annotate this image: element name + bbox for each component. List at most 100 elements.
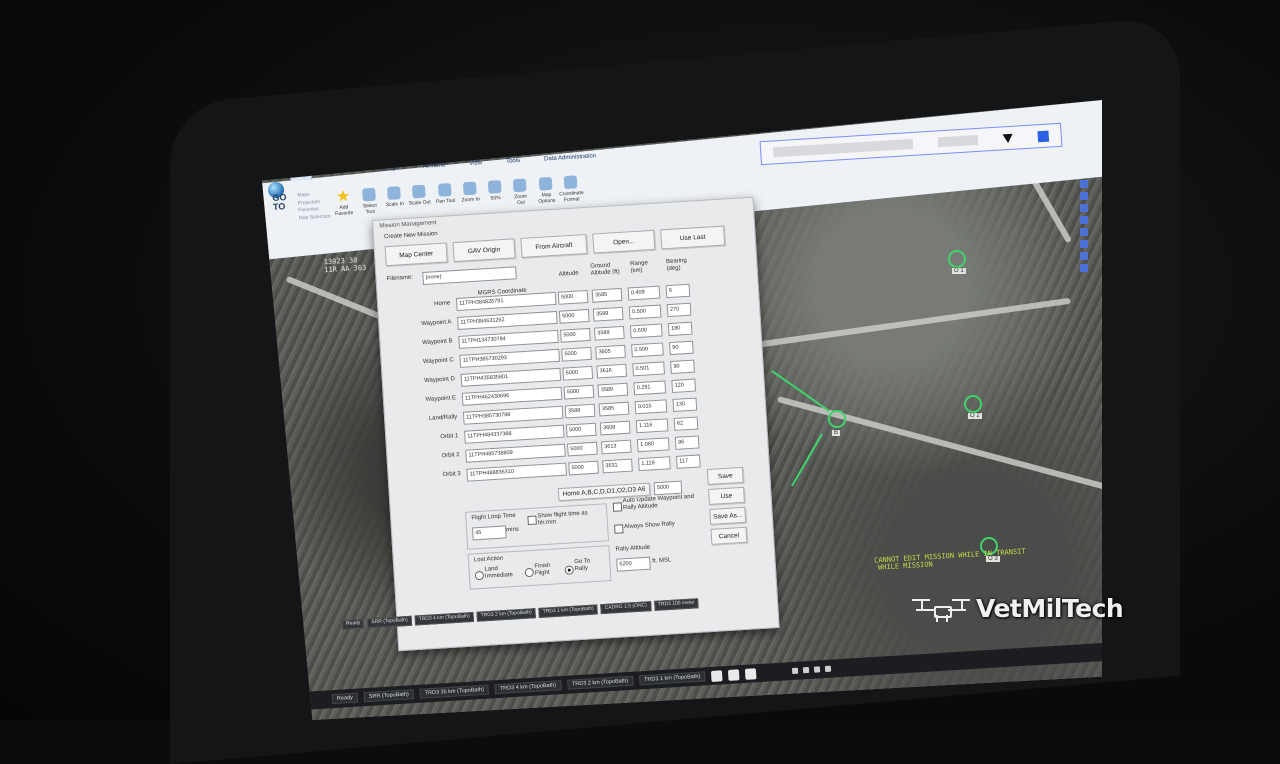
open-button[interactable]: Open... xyxy=(592,229,656,254)
map-menu-item[interactable]: Map Selection xyxy=(299,213,331,222)
zoom-level[interactable]: 50% xyxy=(484,180,507,202)
status-bar-item: Ready xyxy=(341,618,365,630)
waypoint-coord-field[interactable]: 11TPH462430696 xyxy=(461,386,563,406)
waypoint-altitude-field[interactable]: 5000 xyxy=(563,384,595,400)
flight-loop-time-field[interactable]: 45 xyxy=(471,525,507,541)
waypoint-altitude-field[interactable]: 5000 xyxy=(565,422,597,438)
waypoint-row-label: Waypoint A xyxy=(421,319,452,328)
map-options-button[interactable]: Map Options xyxy=(534,176,558,205)
side-tool-icon[interactable] xyxy=(1080,240,1088,248)
button-label: Zoom Out xyxy=(514,193,528,207)
zoom-out-button[interactable]: Zoom Out xyxy=(508,178,532,206)
side-tool-icon[interactable] xyxy=(1080,192,1088,200)
show-flight-time-checkbox[interactable] xyxy=(527,515,537,526)
waypoint-marker[interactable] xyxy=(828,410,846,428)
button-label: Zoom In xyxy=(461,196,480,204)
tray-icon[interactable] xyxy=(824,665,832,673)
star-icon xyxy=(336,189,350,203)
scale-out-icon xyxy=(412,184,426,199)
use-button[interactable]: Use xyxy=(708,486,745,505)
waypoint-altitude-field[interactable]: 3589 xyxy=(564,403,596,419)
tray-icon[interactable] xyxy=(791,667,799,675)
rally-altitude-field[interactable]: 5200 xyxy=(616,556,651,572)
add-favorite-button[interactable]: Add Favorite xyxy=(332,189,356,217)
taskbar-item[interactable]: TRD3 35 km (TopoBath) xyxy=(419,684,490,699)
filename-field[interactable]: (none) xyxy=(422,266,517,286)
taskbar-app-icon[interactable] xyxy=(744,667,757,680)
map-road xyxy=(753,297,1071,349)
use-last-button[interactable]: Use Last xyxy=(660,225,726,250)
waypoint-coord-field[interactable]: 11TPH385730788 xyxy=(462,405,564,425)
flight-loop-unit: mins xyxy=(506,526,520,534)
waypoint-altitude-field[interactable]: 5000 xyxy=(562,365,594,381)
waypoint-row-label: Orbit 3 xyxy=(442,471,461,479)
taskbar-item[interactable]: TRD3 4 km (TopoBath) xyxy=(494,680,562,695)
select-icon xyxy=(362,187,377,202)
lost-action-rally-label: Go To Rally xyxy=(574,558,591,572)
taskbar-item[interactable]: SRR (TopoBath) xyxy=(363,689,415,703)
auto-update-checkbox[interactable] xyxy=(612,502,623,512)
lost-action-land-label: Land Immediate xyxy=(484,565,514,580)
side-tool-icon[interactable] xyxy=(1080,252,1088,260)
side-tool-icon[interactable] xyxy=(1080,264,1088,272)
waypoint-coord-field[interactable]: 11TPH384631262 xyxy=(457,310,558,330)
lost-action-finish-label: Finish Flight xyxy=(534,562,551,577)
map-menu: Maps Projection Favorites Map Selection xyxy=(297,191,330,223)
taskbar-app-icon[interactable] xyxy=(710,669,723,682)
waypoint-row-label: Land/Rally xyxy=(428,414,458,422)
scale-out-button[interactable]: Scale Out xyxy=(408,184,431,207)
select-tool-button[interactable]: Select Tool xyxy=(358,187,382,215)
waypoint-altitude-field[interactable]: 5000 xyxy=(567,441,598,457)
side-tool-icon[interactable] xyxy=(1080,228,1088,236)
waypoint-altitude-field[interactable]: 5000 xyxy=(557,289,589,305)
waypoint-altitude-field[interactable]: 5000 xyxy=(561,346,592,362)
coordinate-format-button[interactable]: Coordinate Format xyxy=(559,175,584,203)
taskbar-item[interactable]: TRD3 2 km (TopoBath) xyxy=(566,675,634,690)
dropdown-triangle-icon[interactable] xyxy=(1002,133,1013,143)
tray-icon[interactable] xyxy=(813,666,821,673)
route-line xyxy=(791,433,823,487)
waypoint-coord-field[interactable]: 11TPH484337388 xyxy=(464,424,565,444)
pan-tool-button[interactable]: Pan Tool xyxy=(434,183,457,205)
rally-altitude-unit: ft. MSL xyxy=(652,557,672,565)
column-header-ground: Ground Altitude (ft) xyxy=(590,262,620,277)
waypoint-coord-field[interactable]: 11TPH488836310 xyxy=(466,462,567,482)
taskbar-item[interactable]: Ready xyxy=(331,692,359,705)
from-aircraft-button[interactable]: From Aircraft xyxy=(520,233,588,258)
waypoint-coord-field[interactable]: 11TPH385730293 xyxy=(459,348,561,368)
side-tool-icon[interactable] xyxy=(1080,204,1088,212)
waypoint-coord-field[interactable]: 11TPH134730784 xyxy=(458,329,559,349)
gav-origin-button[interactable]: GAV Origin xyxy=(452,238,516,263)
always-show-rally-label: Always Show Rally xyxy=(624,521,675,531)
scale-in-button[interactable]: Scale In xyxy=(383,186,406,208)
waypoint-ground-field: 3605 xyxy=(595,344,626,360)
waypoint-range-field: 1.080 xyxy=(636,437,670,453)
globe-icon xyxy=(563,175,578,190)
zoom-in-button[interactable]: Zoom In xyxy=(459,181,482,203)
waypoint-coord-field[interactable]: 11TPH435835801 xyxy=(460,367,562,387)
save-button[interactable]: Save xyxy=(706,466,744,485)
cancel-button[interactable]: Cancel xyxy=(710,526,748,545)
waypoint-marker[interactable] xyxy=(964,395,982,413)
side-tool-icon[interactable] xyxy=(1080,180,1088,188)
waypoint-altitude-field[interactable]: 5000 xyxy=(560,327,591,343)
tray-icon[interactable] xyxy=(802,666,810,674)
waypoint-coord-field[interactable]: 11TPH485738809 xyxy=(465,443,566,463)
stop-square-icon[interactable] xyxy=(1037,130,1049,142)
waypoint-tag: B xyxy=(832,430,841,436)
waypoint-marker[interactable] xyxy=(948,250,966,268)
tab-tools[interactable]: Tools xyxy=(502,156,525,168)
waypoint-coord-field[interactable]: 11TPH384826791 xyxy=(455,291,557,311)
waypoint-altitude-field[interactable]: 5000 xyxy=(558,308,590,324)
side-tool-icon[interactable] xyxy=(1080,216,1088,224)
map-center-button[interactable]: Map Center xyxy=(384,242,448,267)
goto-button[interactable]: GO TO xyxy=(272,192,295,212)
waypoint-ground-field: 3585 xyxy=(598,401,630,417)
waypoint-row-label: Waypoint B xyxy=(421,338,453,347)
waypoint-altitude-field[interactable]: 5000 xyxy=(568,460,599,476)
save-as-button[interactable]: Save As... xyxy=(709,506,747,525)
taskbar-item[interactable]: TRD3 1 km (TopoBath) xyxy=(638,671,706,686)
always-show-rally-checkbox[interactable] xyxy=(614,524,624,534)
taskbar-app-icon[interactable] xyxy=(727,668,740,681)
route-altitude-field[interactable]: 5000 xyxy=(653,480,683,496)
